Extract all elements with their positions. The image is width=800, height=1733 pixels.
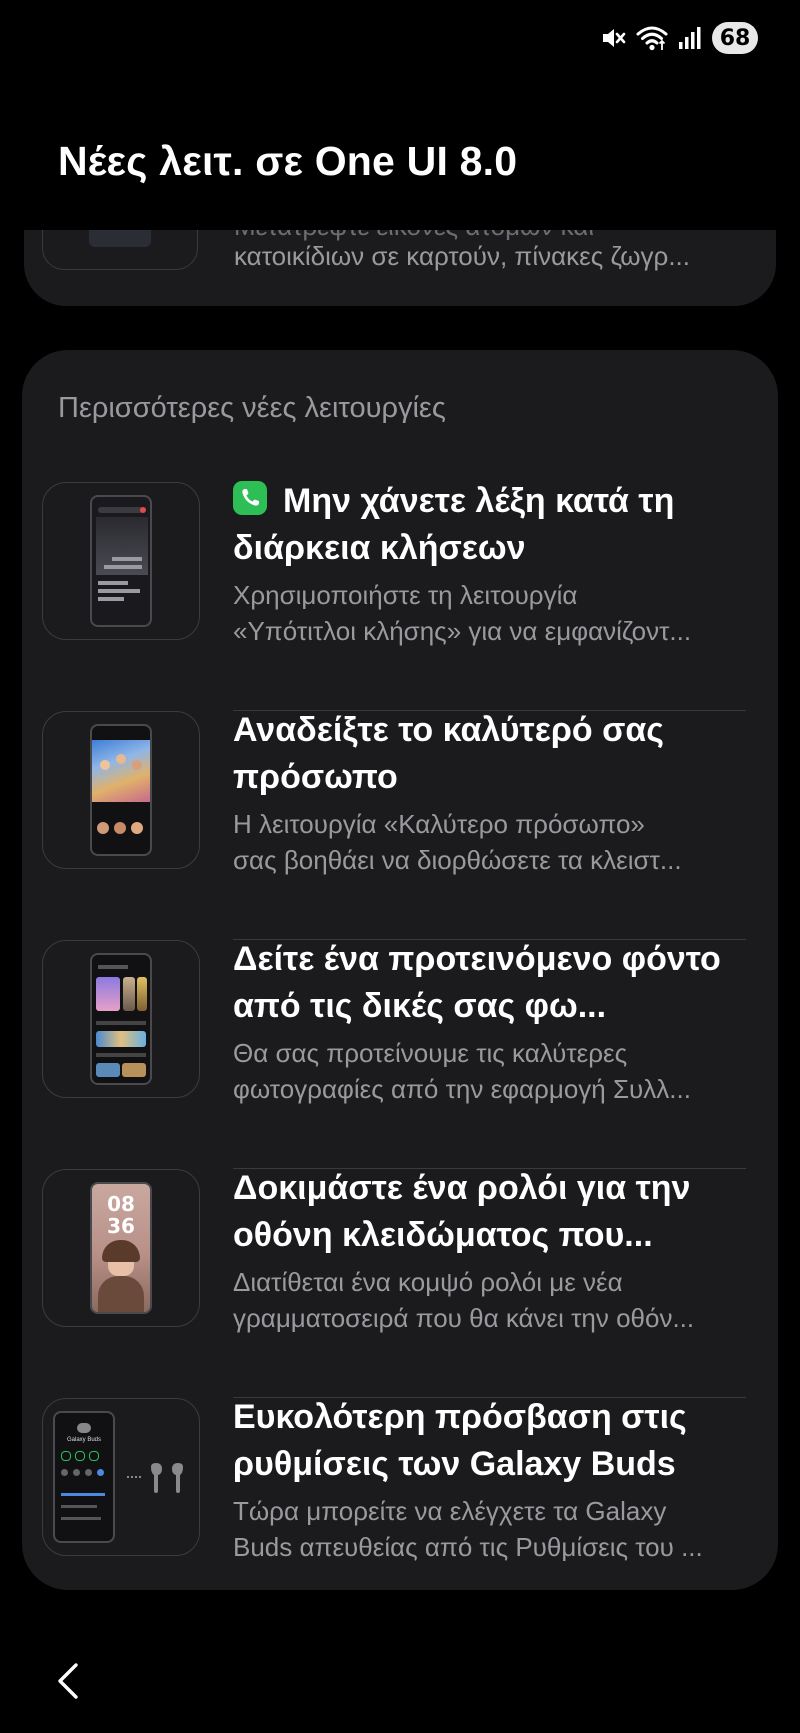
feature-description-line: σας βοηθάει να διορθώσετε τα κλειστ... — [233, 845, 682, 875]
phone-mockup — [90, 724, 152, 856]
feature-thumbnail — [42, 230, 198, 270]
feature-description: Διατίθεται ένα κομψό ρολόι με νέα γραμμα… — [233, 1264, 748, 1336]
back-button[interactable] — [48, 1658, 88, 1708]
connector-line — [127, 1476, 141, 1480]
feature-item-call-captions[interactable]: Μην χάνετε λέξη κατά τη διάρκεια κλήσεων… — [22, 481, 778, 711]
thumbnail-image — [89, 230, 151, 247]
feature-item-lock-screen-clock[interactable]: 08 36 Δοκιμάστε ένα ρολόι για την οθόνη … — [22, 1169, 778, 1398]
previous-feature-card[interactable]: Μετατρέψτε εικόνες ατόμων και κατοικίδιω… — [24, 230, 776, 306]
feature-description-line: φωτογραφίες από την εφαρμογή Συλλ... — [233, 1074, 691, 1104]
call-icon — [233, 481, 267, 515]
clock-hour: 08 — [107, 1192, 135, 1216]
mute-icon — [600, 25, 626, 51]
feature-title: Δοκιμάστε ένα ρολόι για την οθόνη κλειδώ… — [233, 1169, 691, 1254]
feature-title-text: Μην χάνετε λέξη κατά τη διάρκεια κλήσεων — [233, 482, 675, 567]
battery-indicator: 68 — [712, 22, 758, 54]
feature-description: Η λειτουργία «Καλύτερο πρόσωπο» σας βοηθ… — [233, 806, 748, 878]
status-icons: 68 — [600, 20, 758, 56]
phone-mockup: 08 36 — [90, 1182, 152, 1314]
feature-description: Τώρα μπορείτε να ελέγχετε τα Galaxy Buds… — [233, 1493, 748, 1565]
feature-description-line: Η λειτουργία «Καλύτερο πρόσωπο» — [233, 809, 645, 839]
feature-description-line: Χρησιμοποιήστε τη λειτουργία — [233, 580, 578, 610]
phone-mockup: Galaxy Buds — [53, 1411, 115, 1543]
feature-item-suggested-wallpaper[interactable]: Δείτε ένα προτεινόμενο φόντο από τις δικ… — [22, 940, 778, 1169]
clock-minute: 36 — [107, 1214, 135, 1238]
chevron-left-icon — [54, 1661, 82, 1706]
feature-description-line: Διατίθεται ένα κομψό ρολόι με νέα — [233, 1267, 623, 1297]
feature-title: Μην χάνετε λέξη κατά τη διάρκεια κλήσεων — [233, 478, 748, 572]
feature-description-line: «Υπότιτλοι κλήσης» για να εμφανίζοντ... — [233, 616, 692, 646]
feature-thumbnail: Galaxy Buds — [42, 1398, 200, 1556]
feature-title: Ευκολότερη πρόσβαση στις ρυθμίσεις των G… — [233, 1398, 687, 1483]
device-label: Galaxy Buds — [66, 1437, 102, 1443]
feature-item-galaxy-buds[interactable]: Galaxy Buds Ευκολότερη πρόσβαση στις ρυθ… — [22, 1398, 778, 1578]
feature-thumbnail — [42, 940, 200, 1098]
feature-description-line: Buds απευθείας από τις Ρυθμίσεις του ... — [233, 1532, 703, 1562]
page-title: Νέες λειτ. σε One UI 8.0 — [58, 138, 518, 184]
feature-thumbnail — [42, 711, 200, 869]
signal-icon — [678, 25, 702, 51]
phone-mockup — [90, 953, 152, 1085]
wifi-icon — [636, 24, 668, 52]
feature-description-line: κατοικίδιων σε καρτούν, πίνακες ζωγρ... — [234, 241, 691, 271]
feature-title: Δείτε ένα προτεινόμενο φόντο από τις δικ… — [233, 940, 721, 1025]
section-title: Περισσότερες νέες λειτουργίες — [58, 392, 446, 424]
feature-item-best-face[interactable]: Αναδείξτε το καλύτερό σας πρόσωπο Η λειτ… — [22, 711, 778, 940]
feature-description: Θα σας προτείνουμε τις καλύτερες φωτογρα… — [233, 1035, 748, 1107]
feature-thumbnail: 08 36 — [42, 1169, 200, 1327]
feature-description-line: Θα σας προτείνουμε τις καλύτερες — [233, 1038, 628, 1068]
earbuds-icon — [147, 1461, 187, 1500]
feature-description-line: γραμματοσειρά που θα κάνει την οθόν... — [233, 1303, 695, 1333]
feature-description: Χρησιμοποιήστε τη λειτουργία «Υπότιτλοι … — [233, 577, 748, 649]
status-bar: 68 — [0, 0, 800, 76]
feature-description-line: Τώρα μπορείτε να ελέγχετε τα Galaxy — [233, 1496, 667, 1526]
feature-title: Αναδείξτε το καλύτερό σας πρόσωπο — [233, 711, 664, 796]
feature-thumbnail — [42, 482, 200, 640]
more-features-card: Περισσότερες νέες λειτουργίες Μην χάνετε… — [22, 350, 778, 1590]
phone-mockup — [90, 495, 152, 627]
